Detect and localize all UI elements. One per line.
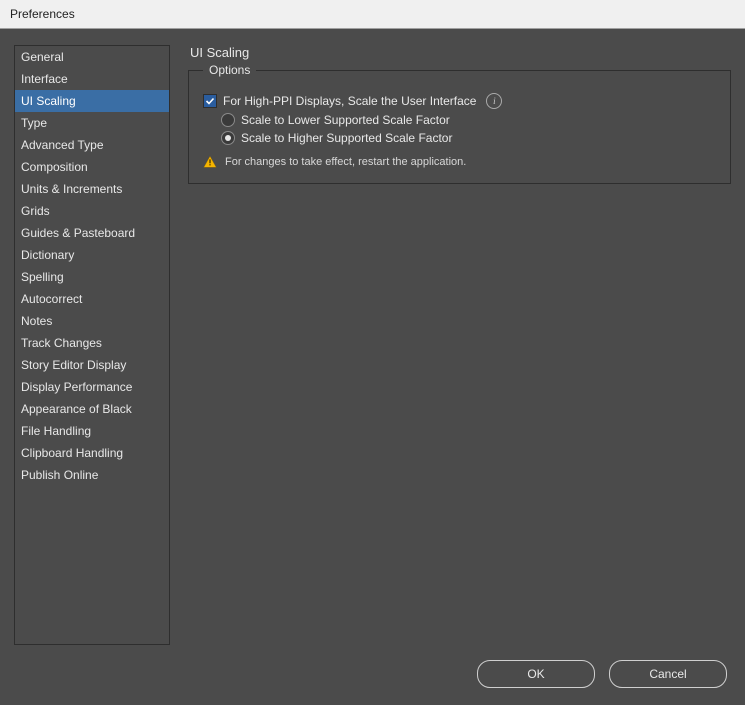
main-panel: UI Scaling Options For High-PPI Displays… [188, 45, 731, 184]
radio-icon [221, 113, 235, 127]
options-group-label: Options [203, 63, 256, 77]
cancel-button-label: Cancel [649, 667, 686, 681]
ok-button[interactable]: OK [477, 660, 595, 688]
scale-higher-radio-label: Scale to Higher Supported Scale Factor [241, 131, 452, 145]
sidebar-item-composition[interactable]: Composition [15, 156, 169, 178]
high-ppi-checkbox-label: For High-PPI Displays, Scale the User In… [223, 94, 476, 108]
sidebar-item-dictionary[interactable]: Dictionary [15, 244, 169, 266]
cancel-button[interactable]: Cancel [609, 660, 727, 688]
sidebar-item-ui-scaling[interactable]: UI Scaling [15, 90, 169, 112]
sidebar-item-interface[interactable]: Interface [15, 68, 169, 90]
sidebar-item-spelling[interactable]: Spelling [15, 266, 169, 288]
sidebar-item-notes[interactable]: Notes [15, 310, 169, 332]
options-group: Options For High-PPI Displays, Scale the… [188, 70, 731, 184]
window-titlebar: Preferences [0, 0, 745, 29]
sidebar-item-clipboard-handling[interactable]: Clipboard Handling [15, 442, 169, 464]
dialog-button-bar: OK Cancel [477, 660, 727, 688]
scale-higher-radio-row[interactable]: Scale to Higher Supported Scale Factor [221, 131, 716, 145]
ok-button-label: OK [527, 667, 544, 681]
sidebar-item-appearance-of-black[interactable]: Appearance of Black [15, 398, 169, 420]
sidebar-item-publish-online[interactable]: Publish Online [15, 464, 169, 486]
sidebar-item-units-increments[interactable]: Units & Increments [15, 178, 169, 200]
sidebar-item-display-performance[interactable]: Display Performance [15, 376, 169, 398]
restart-warning: For changes to take effect, restart the … [203, 155, 716, 169]
sidebar-item-autocorrect[interactable]: Autocorrect [15, 288, 169, 310]
high-ppi-checkbox-row[interactable]: For High-PPI Displays, Scale the User In… [203, 93, 716, 109]
sidebar-item-track-changes[interactable]: Track Changes [15, 332, 169, 354]
sidebar-item-general[interactable]: General [15, 46, 169, 68]
sidebar-item-advanced-type[interactable]: Advanced Type [15, 134, 169, 156]
preferences-sidebar: GeneralInterfaceUI ScalingTypeAdvanced T… [14, 45, 170, 645]
section-title: UI Scaling [188, 45, 731, 60]
scale-lower-radio-row[interactable]: Scale to Lower Supported Scale Factor [221, 113, 716, 127]
sidebar-item-story-editor-display[interactable]: Story Editor Display [15, 354, 169, 376]
sidebar-item-file-handling[interactable]: File Handling [15, 420, 169, 442]
dialog-body: GeneralInterfaceUI ScalingTypeAdvanced T… [0, 29, 745, 705]
sidebar-item-grids[interactable]: Grids [15, 200, 169, 222]
radio-icon [221, 131, 235, 145]
info-icon[interactable]: i [486, 93, 502, 109]
sidebar-item-type[interactable]: Type [15, 112, 169, 134]
scale-lower-radio-label: Scale to Lower Supported Scale Factor [241, 113, 450, 127]
warning-icon [203, 155, 217, 169]
checkbox-checked-icon [203, 94, 217, 108]
window-title: Preferences [10, 7, 75, 21]
restart-warning-text: For changes to take effect, restart the … [225, 156, 466, 168]
sidebar-item-guides-pasteboard[interactable]: Guides & Pasteboard [15, 222, 169, 244]
